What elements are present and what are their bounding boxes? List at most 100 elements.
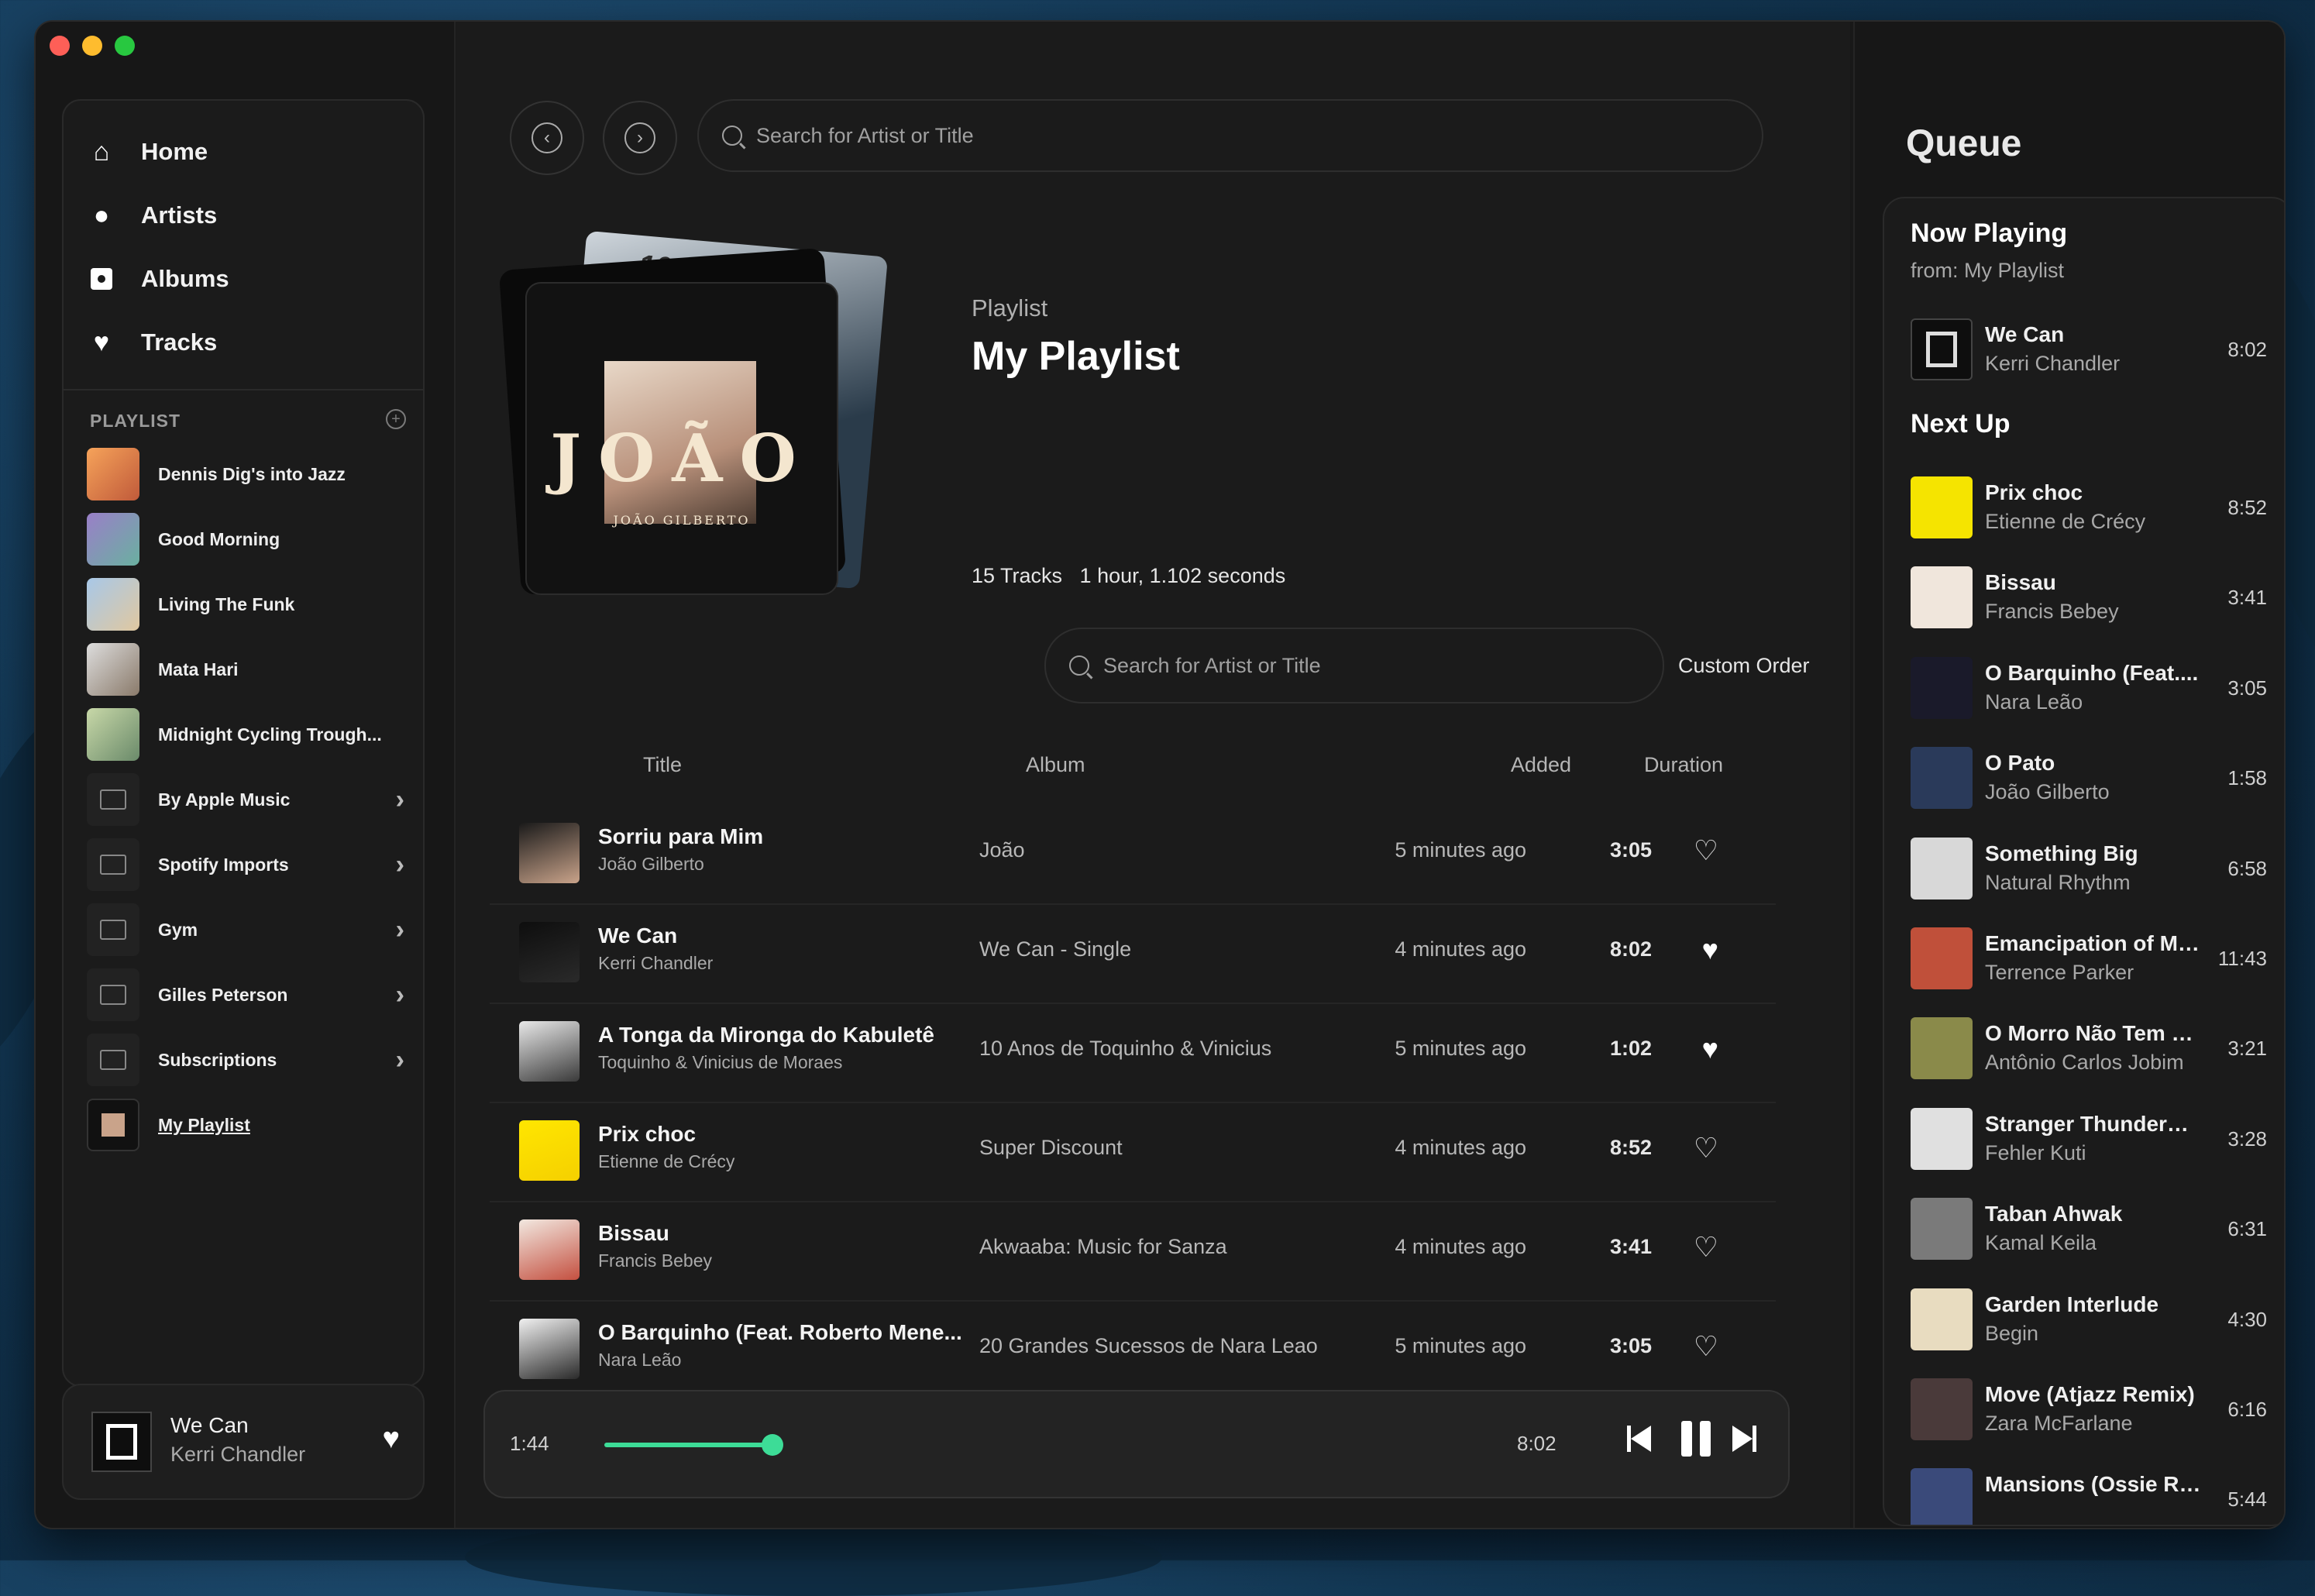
queue-item[interactable]: Stranger Thunderbird Fehler Kuti 3:28 — [1911, 1104, 2267, 1174]
main-content: ‹ › Search for Artist or Title 10 anos d… — [456, 22, 1850, 1528]
queue-item[interactable]: Prix choc Etienne de Crécy 8:52 — [1911, 473, 2267, 542]
queue-item[interactable]: Something Big Natural Rhythm 6:58 — [1911, 834, 2267, 903]
folder-label: Gym — [158, 919, 198, 940]
table-row[interactable]: A Tonga da Mironga do Kabuletê Toquinho &… — [490, 1003, 1776, 1103]
queue-item[interactable]: Move (Atjazz Remix) Zara McFarlane 6:16 — [1911, 1374, 2267, 1444]
minimize-window-button[interactable] — [82, 36, 102, 56]
track-duration: 8:02 — [1609, 937, 1652, 961]
column-album[interactable]: Album — [1026, 753, 1085, 777]
add-playlist-button[interactable]: + — [386, 409, 406, 429]
queue-item[interactable]: Emancipation of My... Terrence Parker 11:4… — [1911, 924, 2267, 993]
playlist-filter[interactable]: Search for Artist or Title — [1044, 628, 1664, 703]
divider — [64, 389, 423, 390]
playlist-item[interactable]: Living The Funk — [87, 577, 412, 631]
column-title[interactable]: Title — [643, 753, 682, 777]
track-artist: Zara McFarlane — [1985, 1412, 2133, 1435]
next-button[interactable] — [1732, 1426, 1756, 1452]
folder-item[interactable]: Gym › — [87, 903, 412, 957]
back-button[interactable]: ‹ — [510, 101, 584, 175]
track-artist[interactable]: Etienne de Crécy — [598, 1151, 734, 1172]
table-row[interactable]: Sorriu para Mim João Gilberto João 5 minute… — [490, 804, 1776, 905]
nav-tracks[interactable]: ♥ Tracks — [87, 319, 217, 366]
track-album[interactable]: Akwaaba: Music for Sanza — [979, 1235, 1227, 1259]
now-playing-header: Now Playing — [1911, 218, 2068, 248]
folder-label: Spotify Imports — [158, 854, 289, 875]
like-button[interactable]: ♡ — [1694, 1331, 1718, 1362]
nav-artists[interactable]: ● Artists — [87, 192, 217, 239]
previous-button[interactable] — [1627, 1426, 1651, 1452]
page-title: My Playlist — [972, 334, 1180, 379]
like-button[interactable]: ♥ — [1702, 1034, 1718, 1065]
folder-item[interactable]: By Apple Music › — [87, 772, 412, 827]
playlist-item[interactable]: Midnight Cycling Trough... — [87, 707, 412, 762]
nav-albums[interactable]: Albums — [87, 256, 229, 302]
now-playing-item[interactable]: We Can Kerri Chandler 8:02 — [1911, 315, 2267, 384]
playlist-cover — [87, 578, 139, 631]
track-album[interactable]: 10 Anos de Toquinho & Vinicius — [979, 1037, 1271, 1061]
queue-item[interactable]: Garden Interlude Begin 4:30 — [1911, 1285, 2267, 1354]
track-duration: 3:41 — [2227, 586, 2267, 610]
queue-item[interactable]: O Barquinho (Feat.... Nara Leão 3:05 — [1911, 653, 2267, 723]
like-button[interactable]: ♥ — [382, 1422, 400, 1456]
playlist-item-active[interactable]: My Playlist — [87, 1098, 412, 1152]
column-added[interactable]: Added — [1511, 753, 1571, 777]
table-row[interactable]: We Can Kerri Chandler We Can - Single 4 min… — [490, 903, 1776, 1004]
track-added: 5 minutes ago — [1395, 1334, 1526, 1357]
folder-item[interactable]: Spotify Imports › — [87, 838, 412, 892]
table-row[interactable]: Bissau Francis Bebey Akwaaba: Music for Sa… — [490, 1201, 1776, 1302]
track-title: Bissau — [598, 1221, 669, 1245]
zoom-window-button[interactable] — [115, 36, 135, 56]
track-duration: 6:16 — [2227, 1398, 2267, 1421]
close-window-button[interactable] — [50, 36, 70, 56]
column-duration[interactable]: Duration — [1644, 753, 1723, 777]
table-row[interactable]: Prix choc Etienne de Crécy Super Discount 4… — [490, 1102, 1776, 1202]
like-button[interactable]: ♥ — [1702, 934, 1718, 965]
track-artist: Francis Bebey — [1985, 600, 2119, 624]
queue-item[interactable]: O Morro Não Tem Vez Antônio Carlos Jobim 3… — [1911, 1013, 2267, 1083]
folder-item[interactable]: Subscriptions › — [87, 1033, 412, 1087]
track-album[interactable]: 20 Grandes Sucessos de Nara Leao — [979, 1334, 1318, 1358]
track-artist[interactable]: João Gilberto — [598, 854, 704, 875]
filter-input[interactable]: Search for Artist or Title — [1103, 654, 1321, 678]
like-button[interactable]: ♡ — [1694, 1232, 1718, 1263]
chevron-right-icon: › — [395, 1044, 404, 1075]
folder-icon — [87, 1034, 139, 1086]
track-artist[interactable]: Nara Leão — [598, 1350, 681, 1371]
track-cover — [1911, 1017, 1973, 1080]
playlist-item[interactable]: Good Morning — [87, 512, 412, 566]
chevron-right-icon: › — [395, 914, 404, 944]
track-artist[interactable]: Francis Bebey — [598, 1250, 712, 1271]
playlist-item[interactable]: Mata Hari — [87, 642, 412, 697]
track-artist[interactable]: Toquinho & Vinicius de Moraes — [598, 1052, 842, 1073]
global-search[interactable]: Search for Artist or Title — [697, 99, 1763, 172]
sidebar: ⌂ Home ● Artists Albums ♥ Tracks PLAYLIS… — [36, 22, 456, 1528]
playlist-item[interactable]: Dennis Dig's into Jazz — [87, 447, 412, 501]
track-album[interactable]: Super Discount — [979, 1136, 1123, 1160]
track-artist: Etienne de Crécy — [1985, 510, 2146, 533]
playlist-cover — [87, 643, 139, 696]
queue-item[interactable]: O Pato João Gilberto 1:58 — [1911, 743, 2267, 813]
sort-dropdown[interactable]: Custom Order — [1678, 654, 1810, 678]
progress-knob[interactable] — [761, 1434, 783, 1456]
queue-item[interactable]: Mansions (Ossie Re... 5:44 — [1911, 1464, 2267, 1525]
track-album[interactable]: João — [979, 838, 1025, 862]
search-input[interactable]: Search for Artist or Title — [756, 124, 974, 148]
track-artist[interactable]: Kerri Chandler — [598, 953, 713, 974]
progress-track[interactable] — [604, 1434, 1444, 1456]
track-album[interactable]: We Can - Single — [979, 937, 1131, 961]
like-button[interactable]: ♡ — [1694, 1133, 1718, 1164]
mini-player[interactable]: We Can Kerri Chandler ♥ — [62, 1384, 425, 1500]
nav-home[interactable]: ⌂ Home — [87, 129, 208, 175]
queue-item[interactable]: Taban Ahwak Kamal Keila 6:31 — [1911, 1194, 2267, 1264]
chevron-right-icon: › — [624, 122, 655, 153]
like-button[interactable]: ♡ — [1694, 835, 1718, 866]
track-title: O Barquinho (Feat. Roberto Mene... — [598, 1320, 962, 1344]
track-title: Bissau — [1985, 570, 2056, 595]
pause-button[interactable] — [1681, 1421, 1711, 1457]
table-row[interactable]: O Barquinho (Feat. Roberto Mene... Nara L… — [490, 1300, 1776, 1401]
queue-item[interactable]: Bissau Francis Bebey 3:41 — [1911, 562, 2267, 632]
track-duration: 1:02 — [1609, 1037, 1652, 1060]
forward-button[interactable]: › — [603, 101, 677, 175]
track-cover — [1911, 656, 1973, 719]
folder-item[interactable]: Gilles Peterson › — [87, 968, 412, 1022]
